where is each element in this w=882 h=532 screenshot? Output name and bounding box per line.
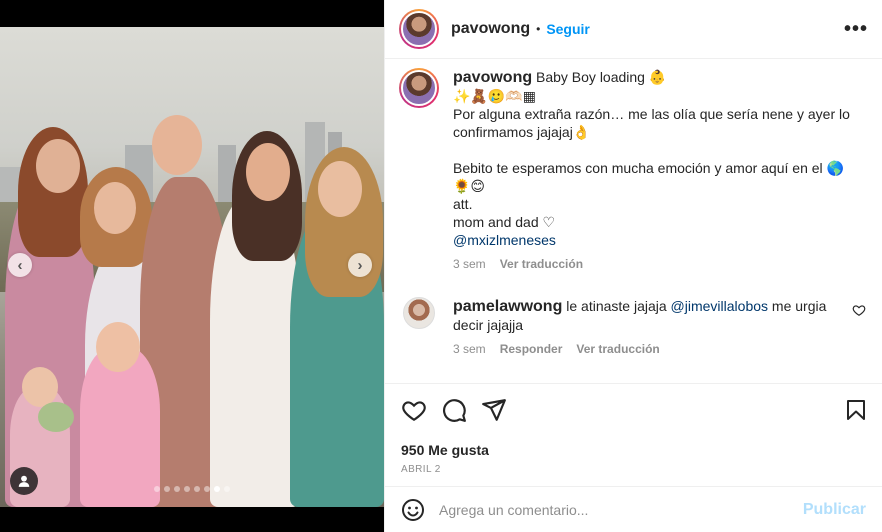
- post-actions: 950 Me gusta ABRIL 2: [385, 383, 882, 475]
- person-face: [246, 143, 290, 201]
- bookmark-icon[interactable]: [844, 398, 868, 422]
- comment-text-line: pamelawwong le atinaste jajaja @jimevill…: [453, 298, 826, 333]
- person-face: [94, 182, 136, 234]
- chevron-right-icon: ›: [357, 256, 363, 274]
- caption-mention[interactable]: @mxizlmeneses: [453, 231, 866, 249]
- person-face: [36, 139, 80, 193]
- avatar-image: [401, 11, 437, 47]
- comment: pamelawwong le atinaste jajaja @jimevill…: [399, 297, 866, 358]
- post-panel: pavowong • Seguir ••• pavowong Baby Boy …: [384, 0, 882, 532]
- carousel-indicator: [0, 486, 384, 492]
- carousel-dot: [224, 486, 230, 492]
- chevron-left-icon: ‹: [17, 256, 23, 274]
- action-icons: [401, 396, 868, 424]
- carousel-dot: [184, 486, 190, 492]
- carousel-prev-button[interactable]: ‹: [8, 253, 32, 277]
- person-face: [318, 161, 362, 217]
- child-face: [96, 322, 140, 372]
- caption-gap: [453, 141, 866, 159]
- caption-avatar[interactable]: [399, 68, 439, 108]
- child-face: [22, 367, 58, 407]
- translate-link[interactable]: Ver traducción: [500, 255, 583, 273]
- more-options-icon[interactable]: •••: [844, 18, 868, 41]
- comment-time[interactable]: 3 sem: [453, 340, 486, 358]
- follow-button[interactable]: Seguir: [546, 21, 590, 37]
- carousel-dot: [204, 486, 210, 492]
- post-header: pavowong • Seguir •••: [385, 0, 882, 59]
- carousel-dot: [194, 486, 200, 492]
- comments-section: pavowong Baby Boy loading 👶 ✨🧸🥲🫶🏻▦ Por a…: [385, 60, 882, 382]
- carousel-dot: [164, 486, 170, 492]
- translate-link[interactable]: Ver traducción: [576, 340, 659, 358]
- comment-body: pamelawwong le atinaste jajaja @jimevill…: [453, 297, 852, 358]
- comment-icon[interactable]: [441, 397, 467, 423]
- post-media: ‹ ›: [0, 0, 384, 532]
- caption-text: ✨🧸🥲🫶🏻▦: [453, 88, 536, 104]
- post-date[interactable]: ABRIL 2: [401, 464, 868, 475]
- likes-count[interactable]: 950 Me gusta: [401, 442, 868, 458]
- carousel-dot: [214, 486, 220, 492]
- caption-meta: 3 sem Ver traducción: [453, 255, 866, 273]
- caption-text: mom and dad ♡: [453, 214, 556, 230]
- comment-input[interactable]: [439, 501, 803, 518]
- comment-username[interactable]: pamelawwong: [453, 298, 562, 315]
- emoji-icon[interactable]: [401, 498, 425, 522]
- carousel-next-button[interactable]: ›: [348, 253, 372, 277]
- comment-mention[interactable]: @jimevillalobos: [671, 298, 768, 314]
- share-icon[interactable]: [481, 397, 507, 423]
- comment-avatar-wrap: [399, 297, 439, 329]
- caption-line: pavowong Baby Boy loading 👶: [453, 68, 866, 87]
- author-username[interactable]: pavowong: [451, 20, 530, 38]
- like-icon[interactable]: [401, 397, 427, 423]
- toy: [38, 402, 74, 432]
- caption-body: pavowong Baby Boy loading 👶 ✨🧸🥲🫶🏻▦ Por a…: [453, 68, 866, 273]
- post-photo: [0, 27, 384, 507]
- caption: pavowong Baby Boy loading 👶 ✨🧸🥲🫶🏻▦ Por a…: [399, 68, 866, 273]
- caption-username[interactable]: pavowong: [453, 69, 532, 86]
- caption-time[interactable]: 3 sem: [453, 255, 486, 273]
- comment-text: le atinaste jajaja: [562, 298, 671, 314]
- caption-text: att.: [453, 196, 473, 212]
- caption-text: Bebito te esperamos con mucha emoción y …: [453, 160, 844, 176]
- add-comment-bar: Publicar: [385, 486, 882, 532]
- comment-meta: 3 sem Responder Ver traducción: [453, 340, 852, 358]
- caption-text: Baby Boy loading 👶: [536, 69, 667, 85]
- reply-button[interactable]: Responder: [500, 340, 563, 358]
- avatar-image: [401, 70, 437, 106]
- person-face: [152, 115, 202, 175]
- like-comment-icon[interactable]: [852, 303, 866, 317]
- caption-text: 🌻😊: [453, 178, 486, 194]
- post-comment-button[interactable]: Publicar: [803, 501, 866, 519]
- caption-text: Por alguna extraña razón… me las olía qu…: [453, 106, 850, 140]
- carousel-dot: [154, 486, 160, 492]
- comment-avatar[interactable]: [403, 297, 435, 329]
- avatar[interactable]: [399, 9, 439, 49]
- separator-dot: •: [536, 22, 541, 36]
- carousel-dot: [174, 486, 180, 492]
